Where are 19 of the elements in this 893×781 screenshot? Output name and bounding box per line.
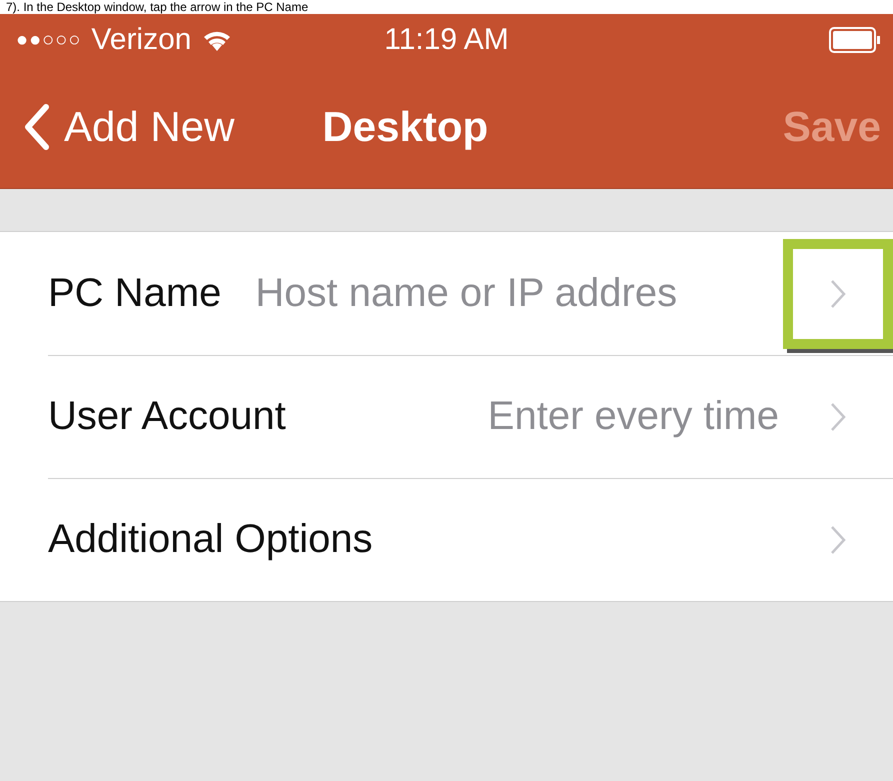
chevron-right-icon[interactable]: [829, 278, 847, 310]
row-value: Enter every time: [488, 394, 779, 439]
screen-title: Desktop: [322, 103, 488, 151]
caption-text: 7). In the Desktop window, tap the arrow in the PC Name: [0, 0, 893, 14]
host-input-field[interactable]: Host name or IP addres: [255, 271, 779, 316]
carrier-name: Verizon: [91, 23, 192, 57]
clock-time: 11:19 AM: [384, 23, 509, 56]
row-label: PC Name: [48, 271, 222, 316]
chevron-right-icon[interactable]: [829, 524, 847, 556]
battery-icon: [829, 27, 881, 53]
row-label: User Account: [48, 394, 286, 439]
settings-row[interactable]: User Account Enter every time: [0, 355, 893, 478]
back-button[interactable]: Add New: [24, 103, 234, 151]
chevron-right-icon[interactable]: [829, 400, 847, 432]
settings-row[interactable]: PC Name Host name or IP addres: [0, 232, 893, 355]
chevron-left-icon: [24, 104, 50, 150]
settings-row[interactable]: Additional Options: [0, 478, 893, 601]
row-label: Additional Options: [48, 517, 373, 562]
signal-dots: ●●○○○: [16, 28, 82, 52]
